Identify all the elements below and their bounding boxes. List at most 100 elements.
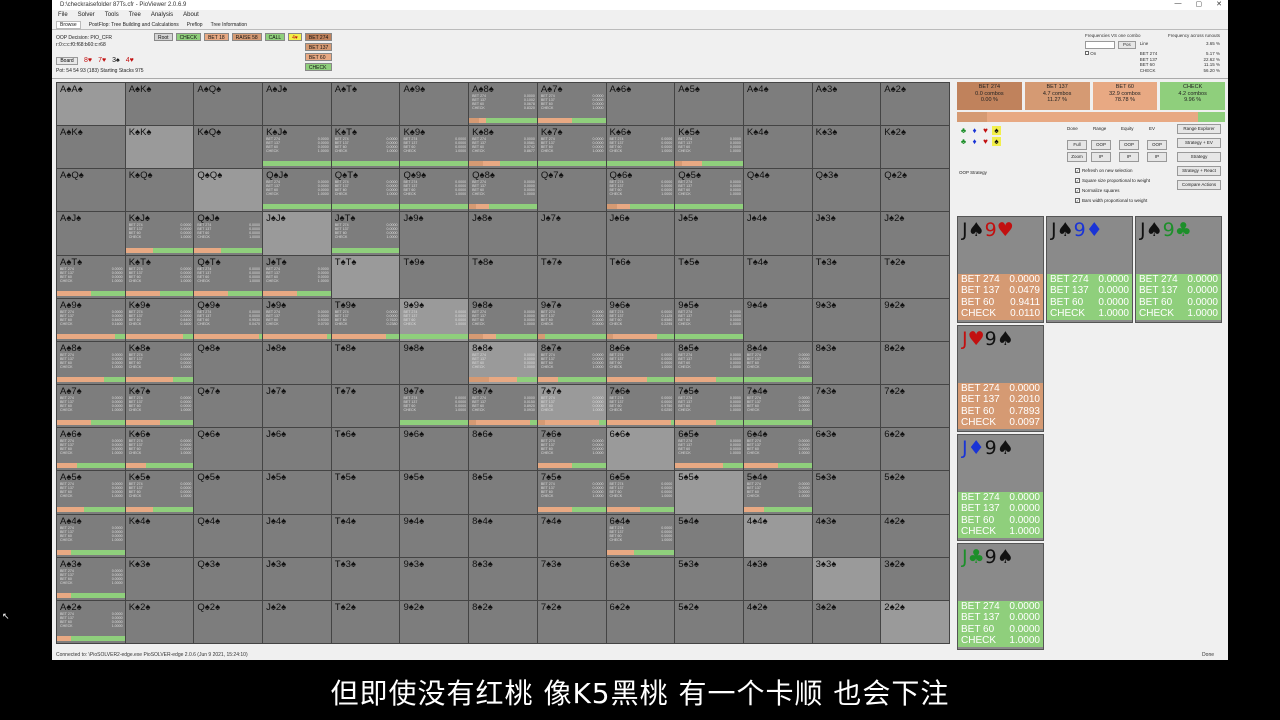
tab-preflop[interactable]: Preflop <box>187 22 203 28</box>
hand-cell[interactable]: 5♠5♠ <box>675 471 743 514</box>
hand-cell[interactable]: A♠J♠ <box>57 212 125 255</box>
hand-cell[interactable]: K♠Q♠ <box>194 126 263 169</box>
hand-cell[interactable]: Q♠2♠ <box>194 600 263 643</box>
suit-filter-icon[interactable]: ♦ <box>970 126 979 135</box>
hand-cell[interactable]: 9♠7♠ BET 274 0.0000 BET 137 0.0000 BET 60 0.00… <box>400 385 469 428</box>
hand-cell[interactable]: 7♠3♠ <box>537 557 606 600</box>
suit-filter-icon[interactable]: ♥ <box>981 137 990 146</box>
hand-cell[interactable]: A♠9♠ BET 274 0.0000 BET 137 0.0000 BET 60 0.84… <box>57 298 125 341</box>
menu-about[interactable]: About <box>183 12 199 18</box>
hand-cell[interactable]: T♠9♠ <box>400 255 469 298</box>
hand-cell[interactable]: 6♠5♠ BET 274 0.0000 BET 137 0.0000 BET 60 0.00… <box>606 471 675 514</box>
hand-cell[interactable]: 8♠3♠ <box>469 557 537 600</box>
hand-cell[interactable]: 8♠8♠ BET 274 0.0000 BET 137 0.0000 BET 60 0.00… <box>469 341 537 385</box>
hand-cell[interactable]: 4♠3♠ <box>812 514 881 557</box>
hand-cell[interactable]: A♠9♠ <box>400 83 469 126</box>
hand-cell[interactable]: J♠9♠ BET 274 0.0000 BET 137 0.0000 BET 60 0.93… <box>263 298 331 341</box>
hand-cell[interactable]: K♠2♠ <box>125 600 194 643</box>
hand-cell[interactable]: 8♠6♠ <box>469 428 537 471</box>
freq-combo-input[interactable] <box>1085 40 1115 49</box>
hand-cell[interactable]: 6♠5♠ BET 274 0.0000 BET 137 0.0000 BET 60 0.00… <box>675 428 743 471</box>
hand-cell[interactable]: J♠3♠ <box>263 557 331 600</box>
hand-cell[interactable]: 9♠5♠ <box>400 471 469 514</box>
hand-cell[interactable]: K♠4♠ <box>743 126 812 169</box>
hand-cell[interactable]: 9♠4♠ <box>743 298 812 341</box>
hand-cell[interactable]: Q♠5♠ BET 274 0.0000 BET 137 0.0000 BET 60 0.00… <box>675 169 743 212</box>
ev-oop-button[interactable]: OOP <box>1147 140 1167 150</box>
hand-cell[interactable]: 8♠6♠ BET 274 0.0000 BET 137 0.0000 BET 60 0.00… <box>606 341 675 385</box>
hand-cell[interactable]: K♠8♠ BET 274 0.0000 BET 137 0.0000 BET 60 0.00… <box>125 341 194 385</box>
hand-cell[interactable]: 8♠4♠ <box>469 514 537 557</box>
hand-cell[interactable]: 5♠3♠ <box>675 557 743 600</box>
tab-tree-information[interactable]: Tree Information <box>211 22 248 28</box>
hand-cell[interactable]: 7♠2♠ <box>537 600 606 643</box>
hand-cell[interactable]: K♠4♠ <box>125 514 194 557</box>
hand-cell[interactable]: A♠T♠ <box>331 83 400 126</box>
range-explorer-button[interactable]: Range Explorer <box>1177 124 1221 134</box>
hand-cell[interactable]: Q♠T♠ BET 274 0.0000 BET 137 0.0000 BET 60 0.00… <box>331 169 400 212</box>
menu-analysis[interactable]: Analysis <box>151 12 173 18</box>
hand-cell[interactable]: T♠2♠ <box>331 600 400 643</box>
hand-cell[interactable]: T♠7♠ <box>331 385 400 428</box>
hand-cell[interactable]: Q♠7♠ <box>537 169 606 212</box>
hand-cell[interactable]: A♠K♠ <box>57 126 125 169</box>
hand-cell[interactable]: 5♠2♠ <box>675 600 743 643</box>
tree-node-bet137[interactable]: BET 137 <box>304 43 333 51</box>
hand-cell[interactable]: K♠5♠ BET 274 0.0000 BET 137 0.0000 BET 60 0.00… <box>125 471 194 514</box>
hand-cell[interactable]: A♠3♠ BET 274 0.0000 BET 137 0.0000 BET 60 0.00… <box>57 557 125 600</box>
suit-filter-icon[interactable]: ♣ <box>959 126 968 135</box>
hand-cell[interactable]: 8♠7♠ BET 274 0.0000 BET 137 0.0000 BET 60 0.00… <box>537 341 606 385</box>
hand-cell[interactable]: 6♠2♠ <box>606 600 675 643</box>
hand-cell[interactable]: 6♠4♠ BET 274 0.0000 BET 137 0.0000 BET 60 0.00… <box>606 514 675 557</box>
suit-filter-icon[interactable]: ♠ <box>992 137 1001 146</box>
hand-cell[interactable]: 8♠5♠ BET 274 0.0000 BET 137 0.0000 BET 60 0.00… <box>675 341 743 385</box>
equity-ip-button[interactable]: IP <box>1119 152 1139 162</box>
hand-cell[interactable]: 3♠2♠ <box>881 557 949 600</box>
hand-cell[interactable]: 8♠7♠ BET 274 0.0000 BET 137 0.0150 BET 60 0.89… <box>469 385 537 428</box>
tree-node-turn-card[interactable]: 4♥ <box>288 33 302 41</box>
range-oop-button[interactable]: OOP <box>1091 140 1111 150</box>
tab-postflop[interactable]: PostFlop: Tree Building and Calculations <box>89 22 179 28</box>
hand-cell[interactable]: 9♠8♠ <box>400 341 469 385</box>
hand-cell[interactable]: 7♠2♠ <box>881 385 949 428</box>
hand-cell[interactable]: J♠3♠ <box>812 212 881 255</box>
hand-cell[interactable]: Q♠8♠ BET 274 0.0000 BET 137 0.0000 BET 60 0.00… <box>469 169 537 212</box>
hand-cell[interactable]: 7♠5♠ BET 274 0.0000 BET 137 0.0000 BET 60 0.00… <box>537 471 606 514</box>
hand-cell[interactable]: 3♠2♠ <box>812 600 881 643</box>
close-button[interactable]: ✕ <box>1216 0 1222 8</box>
hand-cell[interactable]: 7♠6♠ BET 274 0.0000 BET 137 0.0000 BET 60 0.00… <box>537 428 606 471</box>
hand-cell[interactable]: K♠9♠ BET 274 0.0000 BET 137 0.0000 BET 60 0.00… <box>400 126 469 169</box>
hand-cell[interactable]: 3♠3♠ <box>812 557 881 600</box>
hand-cell[interactable]: 9♠4♠ <box>400 514 469 557</box>
hand-cell[interactable]: J♠J♠ <box>263 212 331 255</box>
hand-cell[interactable]: 9♠2♠ <box>400 600 469 643</box>
hand-cell[interactable]: K♠K♠ <box>125 126 194 169</box>
hand-cell[interactable]: Q♠9♠ BET 274 0.0000 BET 137 0.0000 BET 60 0.00… <box>400 169 469 212</box>
hand-cell[interactable]: K♠J♠ BET 274 0.0000 BET 137 0.0000 BET 60 0.00… <box>263 126 331 169</box>
hand-cell[interactable]: J♠4♠ <box>743 212 812 255</box>
maximize-button[interactable]: ▢ <box>1196 0 1203 8</box>
hand-cell[interactable]: A♠A♠ <box>57 83 125 126</box>
menu-tree[interactable]: Tree <box>129 12 141 18</box>
hand-cell[interactable]: Q♠4♠ <box>743 169 812 212</box>
hand-cell[interactable]: Q♠7♠ <box>194 385 263 428</box>
hand-cell[interactable]: A♠T♠ BET 274 0.0000 BET 137 0.0000 BET 60 0.00… <box>57 255 125 298</box>
hand-cell[interactable]: 7♠6♠ BET 274 0.0000 BET 137 0.0000 BET 60 0.97… <box>606 385 675 428</box>
hand-cell[interactable]: Q♠4♠ <box>194 514 263 557</box>
hand-cell[interactable]: Q♠5♠ <box>194 471 263 514</box>
menu-file[interactable]: File <box>58 12 68 18</box>
compare-actions-button[interactable]: Compare Actions <box>1177 180 1221 190</box>
minimize-button[interactable]: — <box>1175 0 1182 8</box>
tree-node-check-action[interactable]: CHECK <box>304 63 333 71</box>
hand-cell[interactable]: A♠7♠ BET 274 0.0000 BET 137 0.0000 BET 60 0.00… <box>537 83 606 126</box>
hand-cell[interactable]: 9♠9♠ BET 274 0.0000 BET 137 0.0000 BET 60 0.00… <box>400 298 469 341</box>
combo-card[interactable]: J♠9♦ BET 274 0.0000 BET 137 0.0000 BET 60 0.00… <box>1046 216 1133 323</box>
hand-cell[interactable]: A♠8♠ BET 274 0.0000 BET 137 0.1002 BET 60 0.06… <box>469 83 537 126</box>
tree-node-call[interactable]: CALL <box>264 33 286 41</box>
hand-cell[interactable]: 6♠6♠ <box>606 428 675 471</box>
hand-cell[interactable]: J♠2♠ <box>881 212 949 255</box>
hand-cell[interactable]: 6♠2♠ <box>881 428 949 471</box>
hand-cell[interactable]: K♠Q♠ <box>125 169 194 212</box>
freq-on-checkbox[interactable] <box>1085 50 1089 55</box>
hand-cell[interactable]: 8♠3♠ <box>812 341 881 385</box>
